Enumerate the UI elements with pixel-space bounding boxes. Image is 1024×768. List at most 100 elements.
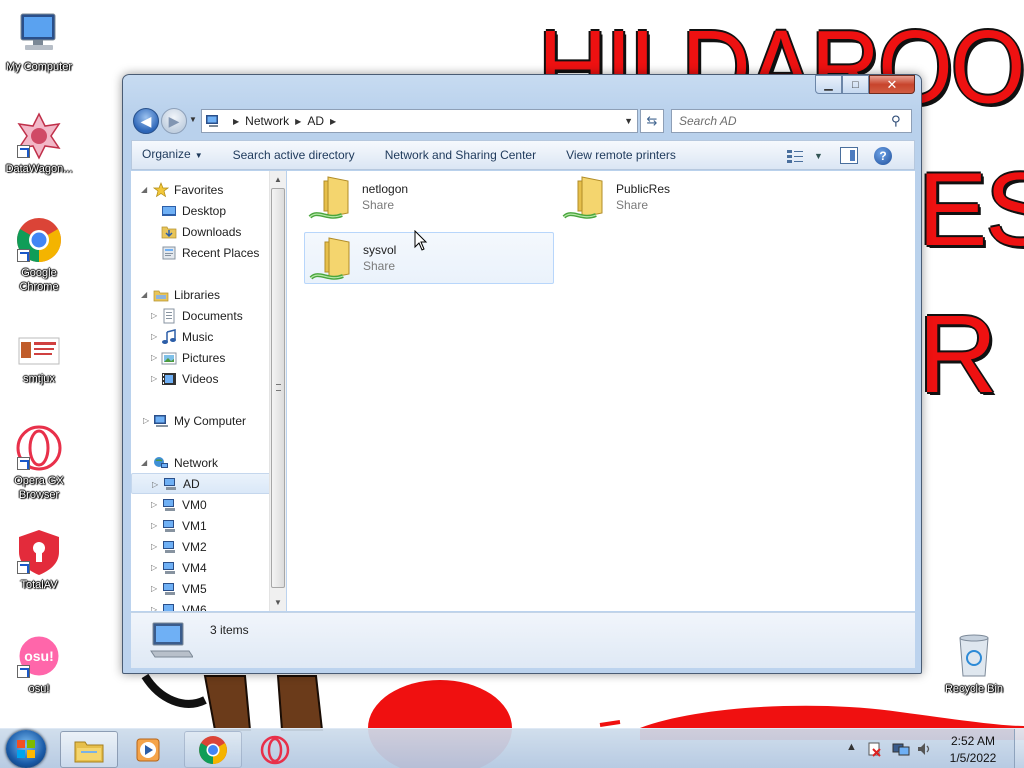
share-item[interactable]: PublicRes Share <box>558 171 808 223</box>
help-button[interactable]: ? <box>874 147 892 165</box>
nav-pictures[interactable]: ▷ Pictures <box>151 347 225 368</box>
clock-time[interactable]: 2:52 AM <box>938 734 1008 748</box>
nav-favorites[interactable]: ◢ Favorites <box>141 179 223 200</box>
computer-icon <box>15 10 63 58</box>
chevron-down-icon: ▼ <box>814 151 823 161</box>
close-icon: ✕ <box>886 76 898 92</box>
desktop-icon-totalav[interactable]: TotalAV <box>1 528 77 592</box>
videos-icon <box>161 371 177 387</box>
collapse-arrow-icon[interactable]: ▷ <box>151 542 157 551</box>
change-view-button[interactable]: ▼ <box>786 147 824 165</box>
desktop-icon-my-computer[interactable]: My Computer <box>1 10 77 74</box>
nav-label: VM1 <box>182 518 207 533</box>
nav-computer-vm1[interactable]: ▷ VM1 <box>151 515 207 536</box>
nav-label: My Computer <box>174 413 247 428</box>
network-status-icon[interactable] <box>892 741 910 757</box>
collapse-arrow-icon[interactable]: ▷ <box>151 353 157 362</box>
opera-gx-icon <box>15 424 63 472</box>
breadcrumb-network[interactable]: Network <box>245 114 289 128</box>
clock-date[interactable]: 1/5/2022 <box>938 751 1008 765</box>
search-box[interactable]: ⚲ <box>671 109 912 133</box>
nav-label: VM4 <box>182 560 207 575</box>
chevron-down-icon[interactable]: ▼ <box>624 116 633 126</box>
collapse-arrow-icon[interactable]: ▷ <box>151 332 157 341</box>
scroll-up-icon[interactable]: ▲ <box>274 175 282 184</box>
nav-computer-vm4[interactable]: ▷ VM4 <box>151 557 207 578</box>
expand-arrow-icon[interactable]: ◢ <box>141 458 147 467</box>
nav-network[interactable]: ◢ Network <box>141 452 218 473</box>
desktop-icon-osu[interactable]: osu! osu! <box>1 632 77 696</box>
desktop-icon-opera-gx[interactable]: Opera GX Browser <box>1 424 77 502</box>
nav-documents[interactable]: ▷ Documents <box>151 305 243 326</box>
scroll-down-icon[interactable]: ▼ <box>274 598 282 607</box>
action-center-icon[interactable] <box>866 741 882 757</box>
nav-computer-vm0[interactable]: ▷ VM0 <box>151 494 207 515</box>
network-icon <box>153 455 169 471</box>
desktop-icon-google-chrome[interactable]: Google Chrome <box>1 216 77 294</box>
share-item[interactable]: sysvol Share <box>304 232 554 284</box>
collapse-arrow-icon[interactable]: ▷ <box>143 416 149 425</box>
start-button[interactable] <box>6 730 46 768</box>
desktop-icon-recycle-bin[interactable]: Recycle Bin <box>936 632 1012 696</box>
scrollbar-thumb[interactable] <box>271 188 285 588</box>
organize-button[interactable]: Organize ▼ <box>132 140 218 170</box>
network-computer-icon <box>161 518 177 534</box>
nav-my-computer[interactable]: ▷ My Computer <box>143 410 247 431</box>
search-icon[interactable]: ⚲ <box>891 113 911 129</box>
nav-computer-vm2[interactable]: ▷ VM2 <box>151 536 207 557</box>
forward-button[interactable]: ▶ <box>161 108 187 134</box>
show-desktop-button[interactable] <box>1014 729 1024 768</box>
address-row: ◀ ▶ ▼ ▶ Network ▶ AD ▶ ▼ ⇆ ⚲ <box>131 107 915 135</box>
nav-computer-vm6[interactable]: ▷ VM6 <box>151 599 207 611</box>
nav-computer-ad[interactable]: ▷ AD <box>131 473 271 494</box>
title-bar[interactable]: ▁ □ ✕ <box>123 75 921 105</box>
nav-computer-vm5[interactable]: ▷ VM5 <box>151 578 207 599</box>
nav-libraries[interactable]: ◢ Libraries <box>141 284 220 305</box>
collapse-arrow-icon[interactable]: ▷ <box>151 521 157 530</box>
minimize-button[interactable]: ▁ <box>815 75 842 94</box>
svg-text:osu!: osu! <box>24 648 54 664</box>
network-sharing-center-button[interactable]: Network and Sharing Center <box>370 141 551 169</box>
breadcrumb-separator-icon[interactable]: ▶ <box>295 117 301 126</box>
refresh-button[interactable]: ⇆ <box>640 109 664 133</box>
expand-arrow-icon[interactable]: ◢ <box>141 185 147 194</box>
desktop-icon <box>161 203 177 219</box>
breadcrumb-separator-icon[interactable]: ▶ <box>330 117 336 126</box>
collapse-arrow-icon[interactable]: ▷ <box>151 584 157 593</box>
expand-arrow-icon[interactable]: ◢ <box>141 290 147 299</box>
search-input[interactable] <box>679 114 891 128</box>
taskbar-opera-gx[interactable] <box>246 731 304 768</box>
share-item[interactable]: netlogon Share <box>304 171 554 223</box>
view-remote-printers-button[interactable]: View remote printers <box>551 141 691 169</box>
nav-scrollbar[interactable]: ▲ ▼ <box>269 171 286 611</box>
close-button[interactable]: ✕ <box>869 75 915 94</box>
address-bar[interactable]: ▶ Network ▶ AD ▶ ▼ <box>201 109 638 133</box>
breadcrumb-ad[interactable]: AD <box>307 114 324 128</box>
nav-downloads[interactable]: Downloads <box>161 221 241 242</box>
collapse-arrow-icon[interactable]: ▷ <box>151 311 157 320</box>
back-button[interactable]: ◀ <box>133 108 159 134</box>
taskbar-explorer[interactable] <box>60 731 118 768</box>
maximize-button[interactable]: □ <box>842 75 869 94</box>
show-hidden-icons-icon[interactable]: ▲ <box>846 741 862 757</box>
breadcrumb-separator-icon[interactable]: ▶ <box>233 117 239 126</box>
volume-icon[interactable] <box>916 741 932 757</box>
collapse-arrow-icon[interactable]: ▷ <box>152 480 158 489</box>
search-active-directory-button[interactable]: Search active directory <box>218 141 370 169</box>
collapse-arrow-icon[interactable]: ▷ <box>151 563 157 572</box>
nav-desktop[interactable]: Desktop <box>161 200 226 221</box>
content-pane: netlogon Share PublicRes Share sysvol Sh… <box>287 171 915 611</box>
collapse-arrow-icon[interactable]: ▷ <box>151 605 157 611</box>
collapse-arrow-icon[interactable]: ▷ <box>151 500 157 509</box>
recent-pages-dropdown[interactable]: ▼ <box>189 115 197 124</box>
nav-recent-places[interactable]: Recent Places <box>161 242 259 263</box>
nav-music[interactable]: ▷ Music <box>151 326 213 347</box>
taskbar-media-player[interactable] <box>120 731 178 768</box>
preview-pane-button[interactable] <box>840 147 858 164</box>
taskbar-chrome[interactable] <box>184 731 242 768</box>
collapse-arrow-icon[interactable]: ▷ <box>151 374 157 383</box>
desktop-icon-datawagon[interactable]: DataWagon... <box>1 112 77 176</box>
desktop-icon-smtjux[interactable]: smtjux <box>1 334 77 386</box>
nav-videos[interactable]: ▷ Videos <box>151 368 218 389</box>
explorer-icon <box>74 741 104 762</box>
